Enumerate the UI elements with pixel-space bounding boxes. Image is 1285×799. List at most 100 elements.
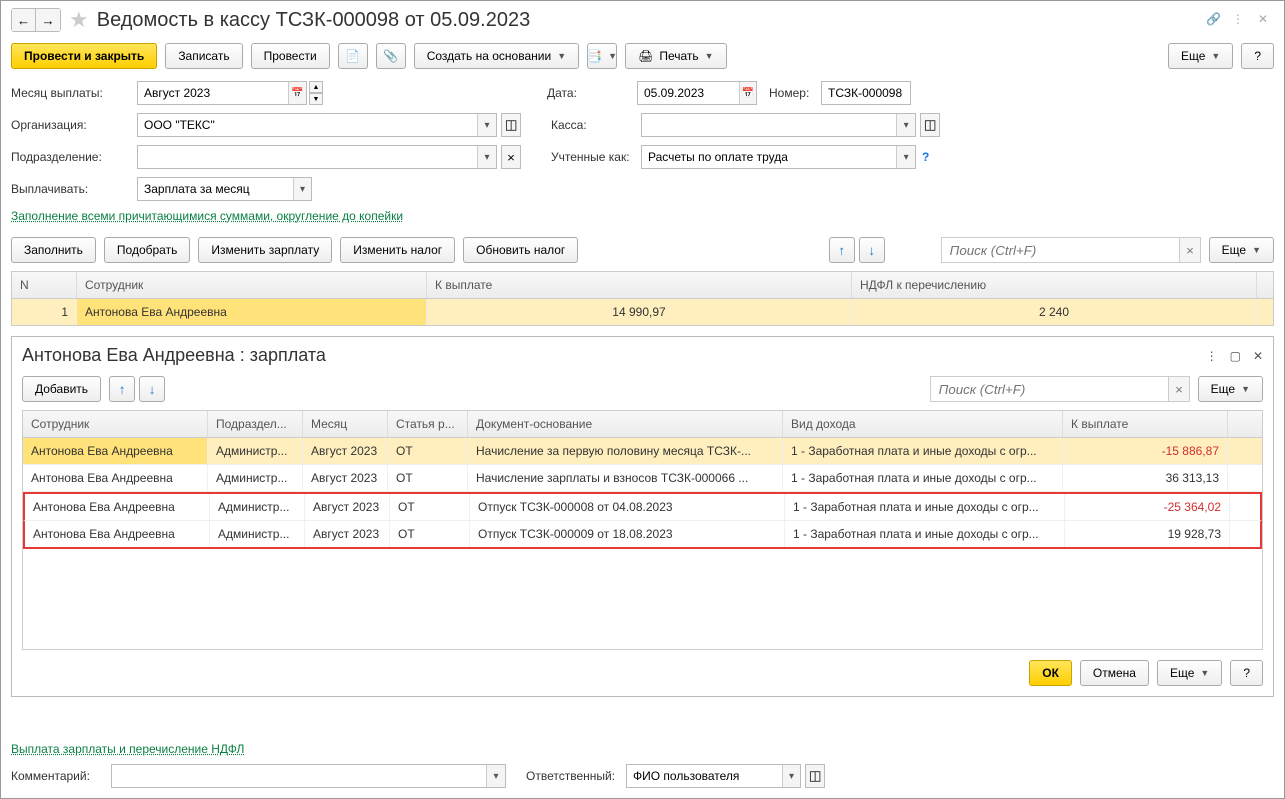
more-button[interactable]: Еще▼ — [1168, 43, 1233, 69]
dept-field[interactable]: ▾ — [137, 145, 497, 169]
add-button[interactable]: Добавить — [22, 376, 101, 402]
maximize-icon[interactable]: ▢ — [1230, 349, 1241, 363]
help-button[interactable]: ? — [1241, 43, 1274, 69]
pay-label: Выплачивать: — [11, 182, 137, 196]
dropdown-icon[interactable]: ▾ — [486, 765, 505, 787]
dropdown-icon[interactable]: ▾ — [782, 765, 800, 787]
chevron-down-icon: ▼ — [1241, 384, 1250, 394]
dropdown-icon[interactable]: ▾ — [896, 146, 915, 168]
attach-button[interactable]: 📎 — [376, 43, 406, 69]
post-and-close-button[interactable]: Провести и закрыть — [11, 43, 157, 69]
change-salary-button[interactable]: Изменить зарплату — [198, 237, 332, 263]
dcol-doc[interactable]: Документ-основание — [468, 411, 783, 437]
forward-button[interactable]: → — [36, 9, 60, 31]
org-input[interactable] — [138, 118, 477, 132]
more-button[interactable]: Еще▼ — [1209, 237, 1274, 263]
close-icon[interactable]: ✕ — [1258, 12, 1274, 28]
link-icon[interactable]: 🔗 — [1206, 12, 1222, 28]
write-button[interactable]: Записать — [165, 43, 242, 69]
report-icon-button[interactable]: 📄 — [338, 43, 368, 69]
month-up[interactable]: ▲ — [309, 81, 323, 93]
dropdown-icon[interactable]: ▾ — [293, 178, 311, 200]
pay-input[interactable] — [138, 182, 293, 196]
move-down-button[interactable]: ↓ — [139, 376, 165, 402]
menu-dots-icon[interactable]: ⋮ — [1206, 349, 1218, 363]
kassa-open-button[interactable]: ◫ — [920, 113, 940, 137]
dropdown-icon[interactable]: ▾ — [477, 146, 496, 168]
chevron-down-icon: ▼ — [1200, 668, 1209, 678]
col-n[interactable]: N — [12, 272, 77, 298]
post-button[interactable]: Провести — [251, 43, 330, 69]
detail-search-input[interactable] — [931, 382, 1169, 397]
clip-icon: 📎 — [383, 49, 398, 63]
org-field[interactable]: ▾ — [137, 113, 497, 137]
dropdown-icon[interactable]: ▾ — [477, 114, 496, 136]
dropdown-icon[interactable]: ▾ — [896, 114, 915, 136]
pay-field[interactable]: ▾ — [137, 177, 312, 201]
search-field[interactable]: × — [941, 237, 1201, 263]
responsible-open-button[interactable]: ◫ — [805, 764, 825, 788]
detail-footer-more-button[interactable]: Еще▼ — [1157, 660, 1222, 686]
kassa-input[interactable] — [642, 118, 896, 132]
calendar-icon[interactable]: 📅 — [288, 82, 306, 104]
dcol-article[interactable]: Статья р... — [388, 411, 468, 437]
update-tax-button[interactable]: Обновить налог — [463, 237, 578, 263]
pick-button[interactable]: Подобрать — [104, 237, 190, 263]
move-up-button[interactable]: ↑ — [109, 376, 135, 402]
favorite-star-icon[interactable]: ★ — [69, 7, 89, 33]
cancel-button[interactable]: Отмена — [1080, 660, 1149, 686]
fill-button[interactable]: Заполнить — [11, 237, 96, 263]
comment-field[interactable]: ▾ — [111, 764, 506, 788]
help-icon[interactable]: ? — [922, 150, 929, 164]
date-field[interactable]: 📅 — [637, 81, 757, 105]
change-tax-button[interactable]: Изменить налог — [340, 237, 455, 263]
calendar-icon[interactable]: 📅 — [739, 82, 756, 104]
dcol-employee[interactable]: Сотрудник — [23, 411, 208, 437]
print-button[interactable]: 🖨Печать▼ — [625, 43, 726, 69]
col-pay[interactable]: К выплате — [427, 272, 852, 298]
detail-help-button[interactable]: ? — [1230, 660, 1263, 686]
dept-clear-button[interactable]: × — [501, 145, 521, 169]
ndfl-payment-link[interactable]: Выплата зарплаты и перечисление НДФЛ — [11, 742, 244, 756]
kassa-label: Касса: — [551, 118, 641, 132]
date-input[interactable] — [638, 86, 739, 100]
accounted-field[interactable]: ▾ — [641, 145, 916, 169]
org-open-button[interactable]: ◫ — [501, 113, 521, 137]
detail-more-button[interactable]: Еще▼ — [1198, 376, 1263, 402]
table-row[interactable]: Антонова Ева АндреевнаАдминистр...Август… — [23, 438, 1262, 465]
responsible-input[interactable] — [627, 769, 782, 783]
table-row[interactable]: Антонова Ева АндреевнаАдминистр...Август… — [23, 521, 1262, 549]
ok-button[interactable]: ОК — [1029, 660, 1072, 686]
dcol-income[interactable]: Вид дохода — [783, 411, 1063, 437]
move-down-button[interactable]: ↓ — [859, 237, 885, 263]
unknown-dropdown-button[interactable]: 📑▼ — [587, 43, 617, 69]
create-on-basis-button[interactable]: Создать на основании▼ — [414, 43, 579, 69]
search-clear-button[interactable]: × — [1179, 238, 1199, 262]
arrow-down-icon: ↓ — [868, 243, 875, 258]
dcol-month[interactable]: Месяц — [303, 411, 388, 437]
menu-dots-icon[interactable]: ⋮ — [1232, 12, 1248, 28]
month-field[interactable]: 📅 — [137, 81, 307, 105]
accounted-label: Учтенные как: — [551, 150, 641, 164]
responsible-field[interactable]: ▾ — [626, 764, 801, 788]
search-input[interactable] — [942, 243, 1180, 258]
search-clear-button[interactable]: × — [1168, 377, 1188, 401]
dcol-pay[interactable]: К выплате — [1063, 411, 1228, 437]
comment-input[interactable] — [112, 769, 486, 783]
back-button[interactable]: ← — [12, 9, 36, 31]
table-row[interactable]: 1 Антонова Ева Андреевна 14 990,97 2 240 — [12, 299, 1273, 325]
kassa-field[interactable]: ▾ — [641, 113, 916, 137]
col-employee[interactable]: Сотрудник — [77, 272, 427, 298]
col-ndfl[interactable]: НДФЛ к перечислению — [852, 272, 1257, 298]
table-row[interactable]: Антонова Ева АндреевнаАдминистр...Август… — [23, 465, 1262, 492]
accounted-input[interactable] — [642, 150, 896, 164]
table-row[interactable]: Антонова Ева АндреевнаАдминистр...Август… — [23, 492, 1262, 521]
dcol-dept[interactable]: Подраздел... — [208, 411, 303, 437]
month-input[interactable] — [138, 86, 288, 100]
move-up-button[interactable]: ↑ — [829, 237, 855, 263]
detail-search-field[interactable]: × — [930, 376, 1190, 402]
dept-input[interactable] — [138, 150, 477, 164]
fill-settings-link[interactable]: Заполнение всеми причитающимися суммами,… — [11, 209, 403, 223]
close-icon[interactable]: ✕ — [1253, 349, 1263, 363]
month-down[interactable]: ▼ — [309, 93, 323, 105]
